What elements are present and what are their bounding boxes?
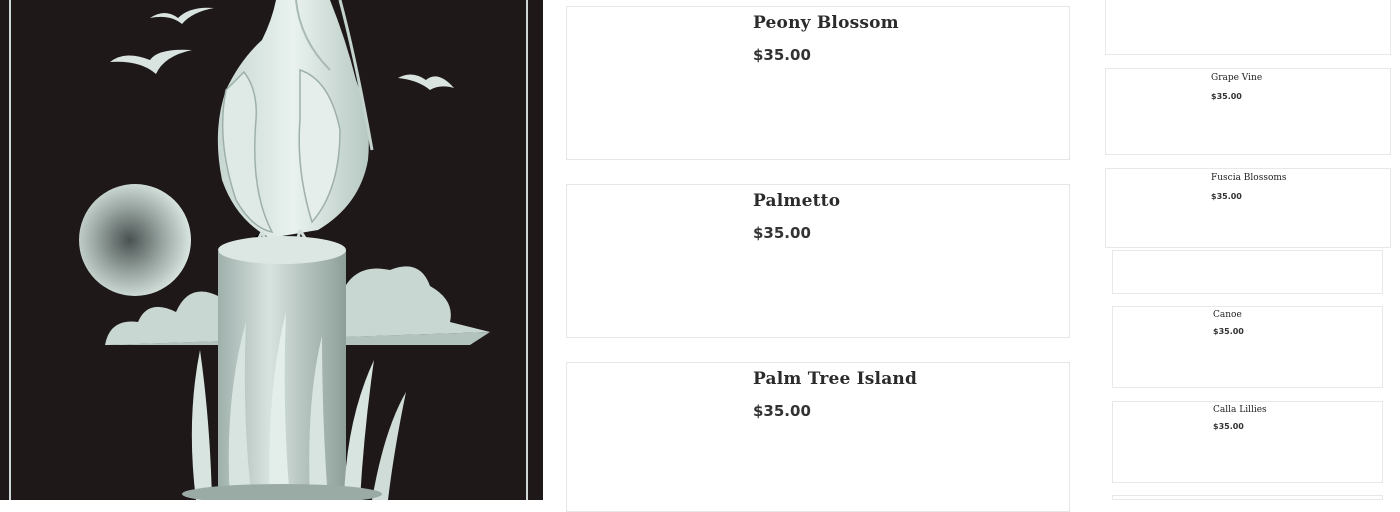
product-price: $35.00 bbox=[753, 402, 811, 420]
product-price: $35.00 bbox=[753, 46, 811, 64]
pelican-artwork bbox=[0, 0, 543, 500]
sidebar-product-price: $35.00 bbox=[1211, 92, 1242, 101]
product-card-palmetto[interactable]: Palmetto $35.00 bbox=[566, 184, 1070, 338]
sidebar-product-card-fuscia-blossoms[interactable]: Fuscia Blossoms $35.00 bbox=[1105, 168, 1391, 248]
sidebar-product-card-grape-vine[interactable]: Grape Vine $35.00 bbox=[1105, 68, 1391, 155]
sidebar-product-price: $35.00 bbox=[1213, 422, 1244, 431]
sidebar-product-name[interactable]: Canoe bbox=[1213, 310, 1242, 320]
sidebar-product-card[interactable] bbox=[1112, 250, 1383, 294]
product-card-peony-blossom[interactable]: Peony Blossom $35.00 bbox=[566, 6, 1070, 160]
sidebar-product-name[interactable]: Calla Lillies bbox=[1213, 405, 1267, 415]
product-name[interactable]: Palm Tree Island bbox=[753, 369, 917, 389]
product-name[interactable]: Palmetto bbox=[753, 191, 840, 211]
sidebar-product-name[interactable]: Grape Vine bbox=[1211, 73, 1262, 83]
sidebar-product-card-calla-lillies[interactable]: Calla Lillies $35.00 bbox=[1112, 401, 1383, 483]
sidebar-product-price: $35.00 bbox=[1213, 327, 1244, 336]
product-card-palm-tree-island[interactable]: Palm Tree Island $35.00 bbox=[566, 362, 1070, 512]
sidebar-product-card[interactable] bbox=[1112, 495, 1383, 500]
sidebar-product-price: $35.00 bbox=[1211, 192, 1242, 201]
product-name[interactable]: Peony Blossom bbox=[753, 13, 899, 33]
product-price: $35.00 bbox=[753, 224, 811, 242]
etched-glass-pelican-image[interactable] bbox=[0, 0, 543, 500]
sidebar-product-name[interactable]: Fuscia Blossoms bbox=[1211, 173, 1287, 183]
sidebar-product-card-canoe[interactable]: Canoe $35.00 bbox=[1112, 306, 1383, 388]
sidebar-product-card[interactable] bbox=[1105, 0, 1391, 55]
